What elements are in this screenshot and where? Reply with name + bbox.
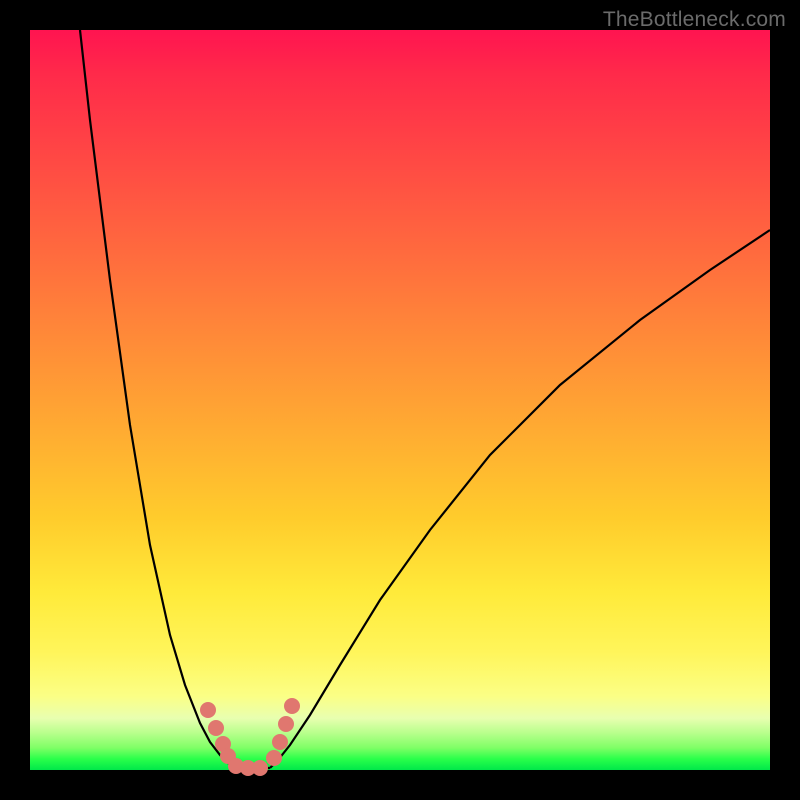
- marker-group: [200, 698, 300, 776]
- marker-dot: [278, 716, 294, 732]
- curve-layer: [30, 30, 770, 770]
- watermark-text: TheBottleneck.com: [603, 8, 786, 32]
- marker-dot: [208, 720, 224, 736]
- marker-dot: [272, 734, 288, 750]
- marker-dot: [252, 760, 268, 776]
- left-curve: [80, 30, 235, 768]
- marker-dot: [266, 750, 282, 766]
- marker-dot: [200, 702, 216, 718]
- marker-dot: [284, 698, 300, 714]
- right-curve: [270, 230, 770, 768]
- chart-stage: TheBottleneck.com: [0, 0, 800, 800]
- plot-area: [30, 30, 770, 770]
